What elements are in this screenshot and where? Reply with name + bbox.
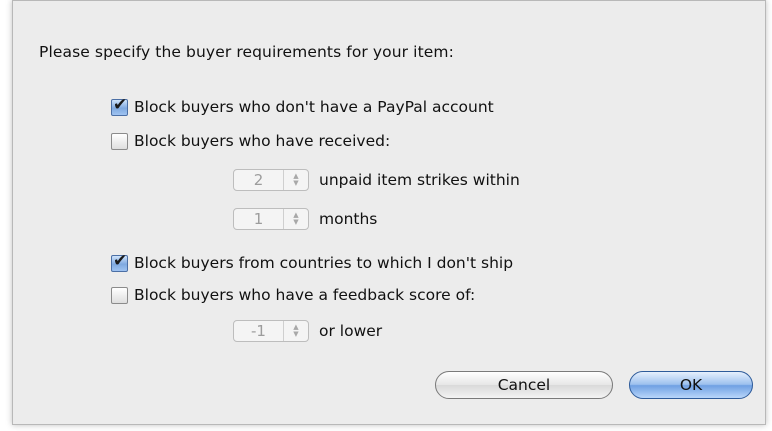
strikes-row: 2 ▲ ▼ unpaid item strikes within [233, 168, 520, 192]
cancel-button[interactable]: Cancel [435, 371, 613, 399]
dialog-prompt: Please specify the buyer requirements fo… [39, 43, 454, 61]
ok-button[interactable]: OK [629, 371, 753, 399]
months-stepper[interactable]: 1 ▲ ▼ [233, 208, 309, 230]
stepper-down-icon[interactable]: ▼ [293, 219, 298, 226]
months-suffix: months [319, 210, 378, 228]
stepper-arrows[interactable]: ▲ ▼ [284, 173, 308, 187]
months-row: 1 ▲ ▼ months [233, 207, 377, 231]
strikes-stepper[interactable]: 2 ▲ ▼ [233, 169, 309, 191]
checkbox-strikes[interactable] [111, 132, 128, 150]
option-label: Block buyers who have a feedback score o… [134, 286, 476, 304]
checkmark-icon: ✔ [113, 94, 128, 115]
buyer-requirements-dialog: Please specify the buyer requirements fo… [12, 0, 766, 425]
checkbox-no-paypal[interactable]: ✔ [111, 94, 128, 116]
option-block-strikes[interactable]: Block buyers who have received: [111, 129, 390, 153]
checkbox-feedback[interactable] [111, 286, 128, 304]
checkmark-icon: ✔ [113, 250, 128, 271]
feedback-suffix: or lower [319, 322, 383, 340]
option-label: Block buyers who don't have a PayPal acc… [134, 98, 494, 116]
option-block-feedback[interactable]: Block buyers who have a feedback score o… [111, 283, 475, 307]
option-label: Block buyers who have received: [134, 132, 391, 150]
stepper-value: 1 [234, 209, 284, 229]
stepper-down-icon[interactable]: ▼ [293, 331, 298, 338]
checkbox-no-ship-countries[interactable]: ✔ [111, 250, 128, 272]
stepper-value: 2 [234, 170, 284, 190]
strikes-suffix: unpaid item strikes within [319, 171, 520, 189]
option-block-no-ship-countries[interactable]: ✔ Block buyers from countries to which I… [111, 251, 513, 275]
stepper-arrows[interactable]: ▲ ▼ [284, 324, 308, 338]
option-block-no-paypal[interactable]: ✔ Block buyers who don't have a PayPal a… [111, 95, 494, 119]
feedback-row: -1 ▲ ▼ or lower [233, 319, 382, 343]
stepper-value: -1 [234, 321, 284, 341]
option-label: Block buyers from countries to which I d… [134, 254, 514, 272]
stepper-down-icon[interactable]: ▼ [293, 180, 298, 187]
stepper-arrows[interactable]: ▲ ▼ [284, 212, 308, 226]
feedback-stepper[interactable]: -1 ▲ ▼ [233, 320, 309, 342]
